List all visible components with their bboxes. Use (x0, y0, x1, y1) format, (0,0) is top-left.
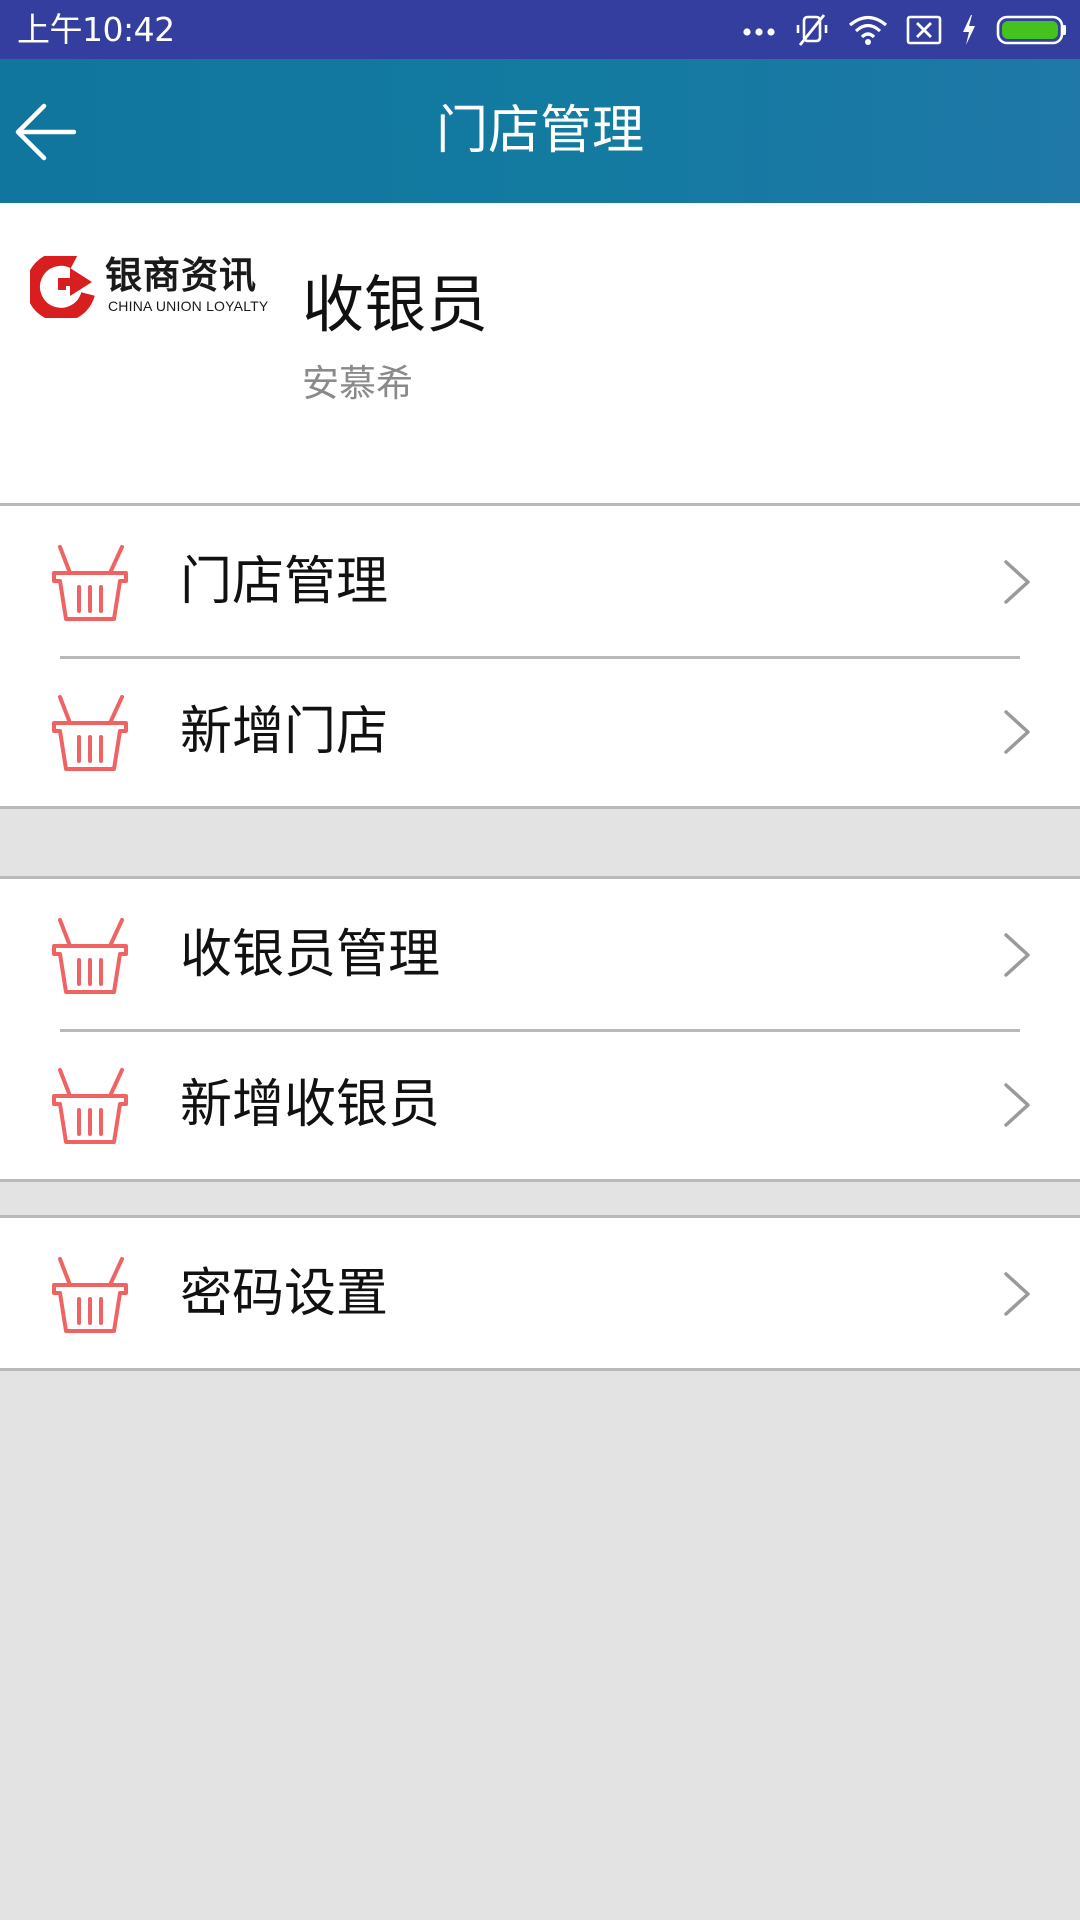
menu-item-label: 密码设置 (180, 1264, 389, 1324)
basket-icon (52, 695, 128, 771)
basket-icon (52, 1068, 128, 1144)
sim-x-icon (906, 15, 942, 45)
status-time: 上午10:42 (17, 10, 175, 49)
menu-group-cashier: 收银员管理 新增收银员 (0, 876, 1080, 1182)
menu-item-label: 新增门店 (180, 702, 389, 762)
chevron-right-icon (1004, 1272, 1030, 1316)
more-dots-icon (743, 28, 775, 36)
charging-bolt-icon (963, 15, 975, 45)
logo-mark-icon (30, 256, 95, 318)
menu-item-label: 门店管理 (180, 552, 389, 612)
status-bar: 上午10:42 (0, 0, 1080, 59)
app-bar: 门店管理 (0, 59, 1080, 203)
chevron-right-icon (1004, 933, 1030, 977)
vibrate-off-icon (796, 14, 828, 46)
wifi-icon (848, 15, 888, 45)
logo-text-en: CHINA UNION LOYALTY (108, 298, 269, 314)
basket-icon (52, 918, 128, 994)
page-title: 门店管理 (435, 101, 644, 161)
menu-item-cashier-management[interactable]: 收银员管理 (0, 879, 1080, 1029)
chevron-right-icon (1004, 710, 1030, 754)
status-icons (742, 10, 1068, 50)
menu-item-add-store[interactable]: 新增门店 (0, 656, 1080, 806)
profile-role: 收银员 (302, 268, 489, 341)
profile-name: 安慕希 (302, 362, 413, 405)
company-logo: 银商资讯 CHINA UNION LOYALTY (30, 253, 270, 323)
menu-item-password-settings[interactable]: 密码设置 (0, 1218, 1080, 1368)
menu-item-add-cashier[interactable]: 新增收银员 (0, 1029, 1080, 1179)
basket-icon (52, 1257, 128, 1333)
menu-item-label: 收银员管理 (180, 925, 441, 985)
profile-header: 银商资讯 CHINA UNION LOYALTY 收银员 安慕希 (0, 203, 1080, 503)
basket-icon (52, 545, 128, 621)
menu-group-store: 门店管理 新增门店 (0, 503, 1080, 809)
logo-text-cn: 银商资讯 (105, 254, 257, 297)
menu-group-password: 密码设置 (0, 1215, 1080, 1371)
menu-item-label: 新增收银员 (180, 1075, 441, 1135)
menu-item-store-management[interactable]: 门店管理 (0, 506, 1080, 656)
battery-icon (996, 15, 1066, 45)
chevron-right-icon (1004, 560, 1030, 604)
chevron-right-icon (1004, 1083, 1030, 1127)
